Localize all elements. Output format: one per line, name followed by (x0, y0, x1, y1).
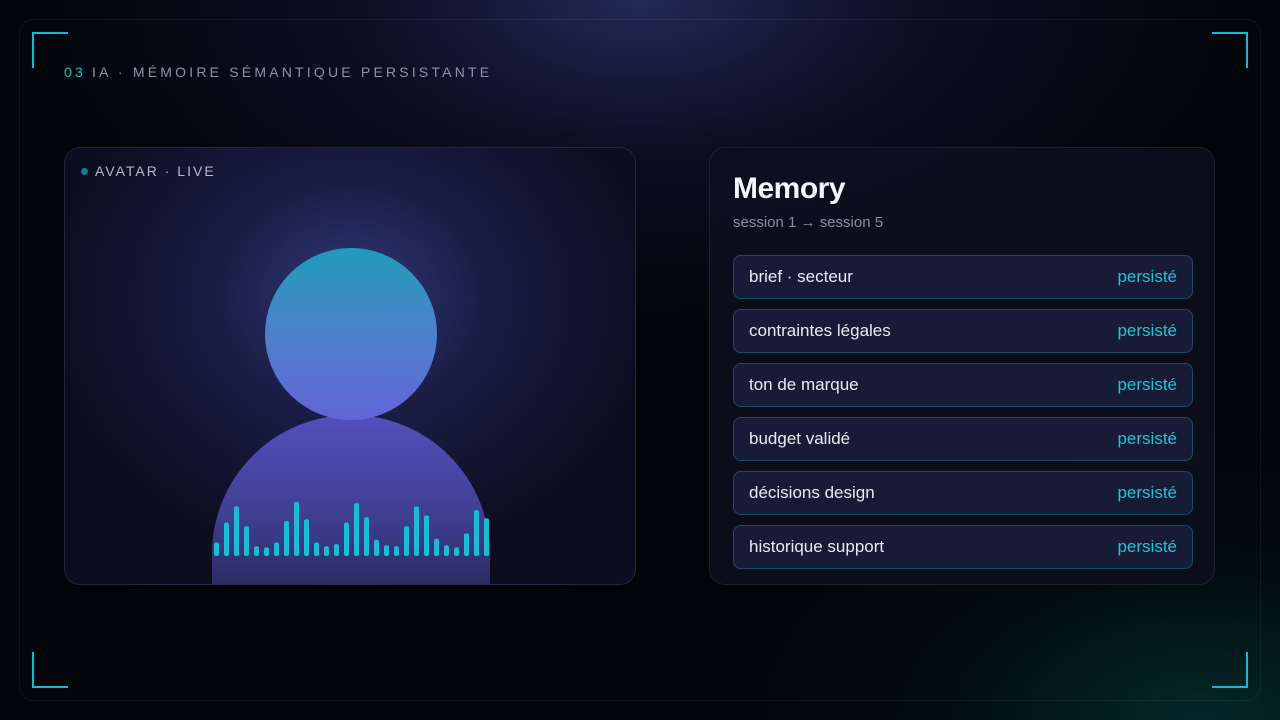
waveform-bar (424, 515, 429, 556)
corner-bracket-bottom-left (32, 652, 68, 688)
waveform-bar (464, 533, 469, 556)
waveform-bar (364, 517, 369, 556)
memory-item[interactable]: décisions design persisté (733, 471, 1193, 515)
memory-item-label: décisions design (749, 483, 875, 502)
corner-bracket-top-left (32, 32, 68, 68)
memory-item-label: contraintes légales (749, 321, 891, 340)
waveform-bar (344, 522, 349, 556)
memory-item-status: persisté (1117, 429, 1177, 448)
waveform-bar (224, 522, 229, 556)
waveform-bar (274, 542, 279, 556)
memory-item-label: budget validé (749, 429, 851, 448)
corner-bracket-bottom-right (1212, 652, 1248, 688)
waveform-bar (314, 542, 319, 556)
memory-item[interactable]: contraintes légales persisté (733, 309, 1193, 353)
avatar-card: AVATAR · LIVE (64, 147, 636, 585)
memory-item-status: persisté (1117, 267, 1177, 286)
memory-item-status: persisté (1117, 537, 1177, 556)
memory-item-label: brief · secteur (749, 267, 853, 286)
memory-subtitle: session 1 → session 5 (733, 214, 884, 231)
waveform-bar (484, 518, 489, 556)
memory-item[interactable]: ton de marque persisté (733, 363, 1193, 407)
memory-list: brief · secteur persisté contraintes lég… (733, 255, 1193, 579)
memory-item[interactable]: budget validé persisté (733, 417, 1193, 461)
waveform-bar (404, 526, 409, 556)
waveform-bar (354, 503, 359, 556)
memory-item-status: persisté (1117, 375, 1177, 394)
audio-waveform (214, 502, 489, 556)
waveform-bar (454, 547, 459, 556)
waveform-bar (384, 545, 389, 556)
waveform-bar (444, 545, 449, 556)
waveform-bar (284, 520, 289, 556)
memory-title: Memory (733, 172, 846, 205)
memory-item-status: persisté (1117, 483, 1177, 502)
memory-item-status: persisté (1117, 321, 1177, 340)
waveform-bar (334, 544, 339, 556)
waveform-bar (234, 506, 239, 556)
waveform-bar (244, 526, 249, 556)
waveform-bar (474, 510, 479, 556)
waveform-bar (264, 547, 269, 556)
waveform-bar (374, 539, 379, 556)
section-title: IA · MÉMOIRE SÉMANTIQUE PERSISTANTE (91, 64, 493, 80)
waveform-bar (414, 506, 419, 556)
memory-item[interactable]: brief · secteur persisté (733, 255, 1193, 299)
slide-background: 03 IA · MÉMOIRE SÉMANTIQUE PERSISTANTE AV… (0, 0, 1280, 720)
memory-item[interactable]: historique support persisté (733, 525, 1193, 569)
waveform-bar (394, 546, 399, 556)
waveform-bar (214, 542, 219, 556)
waveform-bar (294, 502, 299, 556)
memory-item-label: ton de marque (749, 375, 859, 394)
memory-item-label: historique support (749, 537, 885, 556)
memory-panel: Memory session 1 → session 5 brief · sec… (709, 147, 1215, 585)
waveform-bar (434, 538, 439, 556)
waveform-bar (324, 546, 329, 556)
waveform-bar (254, 546, 259, 556)
section-number: 03 (64, 64, 86, 80)
waveform-bar (304, 519, 309, 556)
section-header: 03 IA · MÉMOIRE SÉMANTIQUE PERSISTANTE (64, 64, 492, 80)
corner-bracket-top-right (1212, 32, 1248, 68)
